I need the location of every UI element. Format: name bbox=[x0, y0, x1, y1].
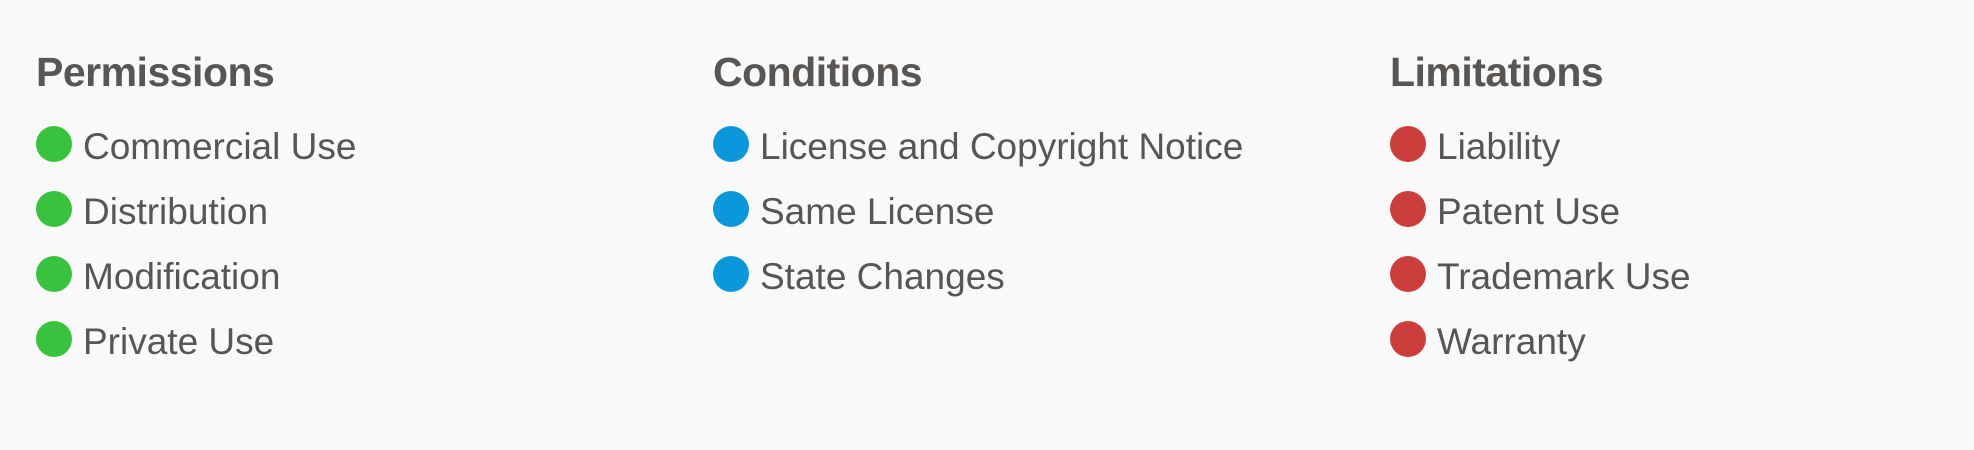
limitation-label: Warranty bbox=[1437, 320, 1586, 362]
permissions-title: Permissions bbox=[36, 49, 275, 95]
permission-item-modification: Modification bbox=[36, 244, 713, 309]
blue-dot-icon bbox=[713, 125, 749, 162]
limitation-item-patent-use: Patent Use bbox=[1390, 179, 1974, 244]
blue-dot-icon bbox=[713, 255, 749, 292]
red-dot-icon bbox=[1390, 125, 1426, 162]
license-rules: Permissions Commercial Use Distribution … bbox=[36, 40, 1974, 374]
red-dot-icon bbox=[1390, 320, 1426, 357]
conditions-column: Conditions License and Copyright Notice … bbox=[713, 40, 1390, 374]
limitation-item-warranty: Warranty bbox=[1390, 309, 1974, 374]
conditions-title: Conditions bbox=[713, 49, 923, 95]
limitation-label: Patent Use bbox=[1437, 190, 1621, 232]
green-dot-icon bbox=[36, 190, 72, 227]
conditions-list: License and Copyright Notice Same Licens… bbox=[713, 114, 1390, 309]
limitations-list: Liability Patent Use Trademark Use Warra… bbox=[1390, 114, 1974, 374]
permission-label: Distribution bbox=[83, 190, 269, 232]
permission-item-private-use: Private Use bbox=[36, 309, 713, 374]
permissions-list: Commercial Use Distribution Modification… bbox=[36, 114, 713, 374]
limitation-item-trademark-use: Trademark Use bbox=[1390, 244, 1974, 309]
limitation-item-liability: Liability bbox=[1390, 114, 1974, 179]
permission-label: Private Use bbox=[83, 320, 275, 362]
condition-label: Same License bbox=[760, 190, 995, 232]
permission-label: Commercial Use bbox=[83, 125, 357, 167]
permission-item-distribution: Distribution bbox=[36, 179, 713, 244]
condition-item-license-and-copyright-notice: License and Copyright Notice bbox=[713, 114, 1390, 179]
limitation-label: Liability bbox=[1437, 125, 1561, 167]
green-dot-icon bbox=[36, 320, 72, 357]
permission-item-commercial-use: Commercial Use bbox=[36, 114, 713, 179]
limitations-column: Limitations Liability Patent Use Tradema… bbox=[1390, 40, 1974, 374]
condition-item-same-license: Same License bbox=[713, 179, 1390, 244]
condition-item-state-changes: State Changes bbox=[713, 244, 1390, 309]
permissions-column: Permissions Commercial Use Distribution … bbox=[36, 40, 713, 374]
limitations-title: Limitations bbox=[1390, 49, 1604, 95]
condition-label: State Changes bbox=[760, 255, 1005, 297]
permission-label: Modification bbox=[83, 255, 281, 297]
blue-dot-icon bbox=[713, 190, 749, 227]
condition-label: License and Copyright Notice bbox=[760, 125, 1244, 167]
limitation-label: Trademark Use bbox=[1437, 255, 1691, 297]
green-dot-icon bbox=[36, 255, 72, 292]
red-dot-icon bbox=[1390, 255, 1426, 292]
green-dot-icon bbox=[36, 125, 72, 162]
red-dot-icon bbox=[1390, 190, 1426, 227]
